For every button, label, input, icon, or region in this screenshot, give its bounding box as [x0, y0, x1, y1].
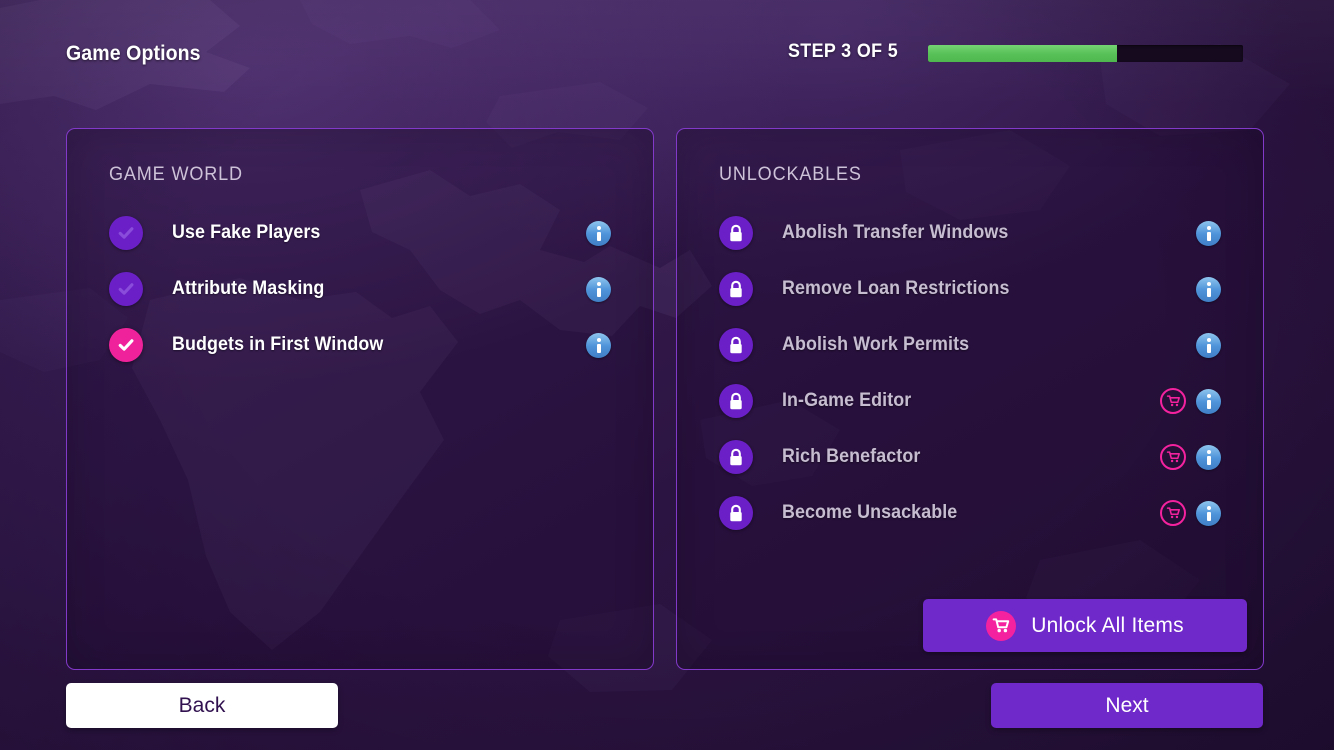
shopping-cart-icon[interactable]: [1160, 388, 1186, 414]
shopping-cart-icon: [986, 610, 1017, 641]
panel-title-unlockables: UNLOCKABLES: [719, 164, 862, 185]
option-row[interactable]: Abolish Work Permits: [677, 317, 1263, 373]
checkbox-unchecked[interactable]: [109, 272, 143, 306]
shopping-cart-icon[interactable]: [1160, 444, 1186, 470]
game-options-screen: Game Options STEP 3 OF 5 GAME WORLD Use …: [0, 0, 1334, 750]
page-title: Game Options: [66, 42, 201, 65]
progress-bar-fill: [928, 45, 1117, 62]
next-button[interactable]: Next: [991, 683, 1263, 728]
info-icon[interactable]: [1196, 444, 1221, 470]
info-icon[interactable]: [1196, 332, 1221, 358]
lock-icon: [719, 328, 753, 362]
option-row[interactable]: Become Unsackable: [677, 485, 1263, 541]
info-icon[interactable]: [1196, 500, 1221, 526]
option-label: In-Game Editor: [782, 390, 912, 411]
option-label: Become Unsackable: [782, 502, 958, 523]
option-list-unlockables: Abolish Transfer Windows Remove Loan Rest…: [677, 205, 1263, 541]
lock-icon: [719, 384, 753, 418]
option-row[interactable]: Remove Loan Restrictions: [677, 261, 1263, 317]
panel-unlockables: UNLOCKABLES Abolish Transfer Windows Remo…: [676, 128, 1264, 670]
info-icon[interactable]: [1196, 388, 1221, 414]
option-row[interactable]: Use Fake Players: [67, 205, 653, 261]
checkbox-checked[interactable]: [109, 328, 143, 362]
unlock-all-items-button[interactable]: Unlock All Items: [923, 599, 1247, 652]
shopping-cart-icon[interactable]: [1160, 500, 1186, 526]
info-icon[interactable]: [1196, 220, 1221, 246]
option-label: Attribute Masking: [172, 278, 325, 299]
panel-title-game-world: GAME WORLD: [109, 164, 243, 185]
option-label: Abolish Transfer Windows: [782, 222, 1009, 243]
step-label: STEP 3 OF 5: [788, 41, 899, 62]
option-label: Budgets in First Window: [172, 334, 384, 355]
option-row[interactable]: Abolish Transfer Windows: [677, 205, 1263, 261]
option-label: Use Fake Players: [172, 222, 321, 243]
header-bar: Game Options STEP 3 OF 5: [0, 0, 1334, 108]
option-label: Abolish Work Permits: [782, 334, 970, 355]
info-icon[interactable]: [586, 220, 611, 246]
option-label: Rich Benefactor: [782, 446, 921, 467]
panel-game-world: GAME WORLD Use Fake Players Attribute Mas…: [66, 128, 654, 670]
step-indicator: STEP 3 OF 5: [788, 41, 905, 63]
lock-icon: [719, 440, 753, 474]
info-icon[interactable]: [1196, 276, 1221, 302]
option-row[interactable]: Attribute Masking: [67, 261, 653, 317]
lock-icon: [719, 272, 753, 306]
info-icon[interactable]: [586, 276, 611, 302]
lock-icon: [719, 496, 753, 530]
lock-icon: [719, 216, 753, 250]
option-list-game-world: Use Fake Players Attribute Masking Budgets…: [67, 205, 653, 373]
option-row[interactable]: In-Game Editor: [677, 373, 1263, 429]
info-icon[interactable]: [586, 332, 611, 358]
option-row[interactable]: Rich Benefactor: [677, 429, 1263, 485]
option-label: Remove Loan Restrictions: [782, 278, 1010, 299]
back-button[interactable]: Back: [66, 683, 338, 728]
option-row[interactable]: Budgets in First Window: [67, 317, 653, 373]
unlock-all-items-label: Unlock All Items: [1031, 613, 1184, 637]
checkbox-unchecked[interactable]: [109, 216, 143, 250]
progress-bar-track: [928, 45, 1243, 62]
